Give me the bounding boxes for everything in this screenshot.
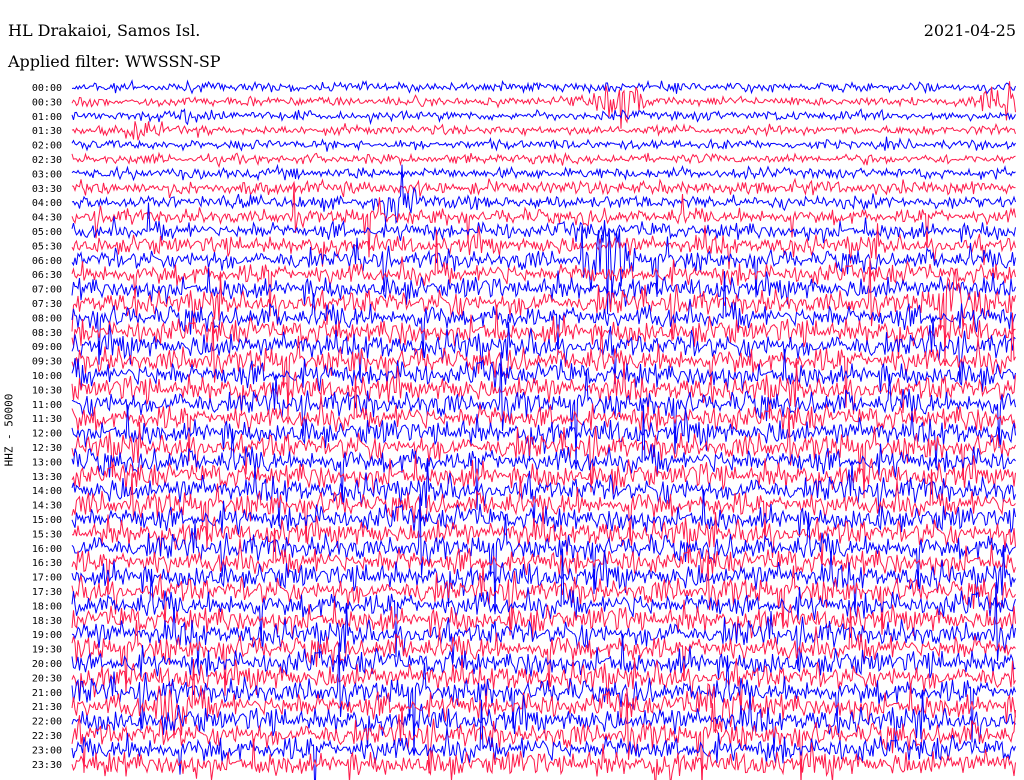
trace-0300	[71, 163, 1016, 182]
trace-0030	[71, 81, 1016, 129]
tick-label: 15:30	[32, 529, 62, 540]
trace-0000	[71, 79, 1016, 95]
tick-label: 01:00	[32, 112, 62, 123]
seismogram-traces	[71, 79, 1016, 780]
tick-label: 08:30	[32, 328, 62, 339]
tick-label: 04:30	[32, 213, 62, 224]
tick-label: 15:00	[32, 515, 62, 526]
tick-label: 16:30	[32, 558, 62, 569]
tick-label: 13:30	[32, 472, 62, 483]
tick-label: 09:30	[32, 357, 62, 368]
trace-0100	[71, 108, 1016, 126]
tick-label: 05:30	[32, 241, 62, 252]
tick-label: 04:00	[32, 198, 62, 209]
tick-label: 12:00	[32, 429, 62, 440]
tick-label: 18:30	[32, 616, 62, 627]
trace-1630	[71, 528, 1016, 595]
tick-label: 20:30	[32, 673, 62, 684]
tick-label: 07:00	[32, 285, 62, 296]
seismogram-plot: 00:00 00:30 01:00 01:30 02:00 02:30 03:00 03:30…	[32, 79, 1016, 780]
trace-0500	[71, 202, 1016, 244]
tick-label: 05:00	[32, 227, 62, 238]
tick-label: 00:30	[32, 97, 62, 108]
tick-label: 01:30	[32, 126, 62, 137]
tick-label: 16:00	[32, 544, 62, 555]
tick-label: 14:30	[32, 501, 62, 512]
trace-0330	[71, 177, 1016, 199]
tick-label: 06:30	[32, 270, 62, 281]
trace-0430	[71, 184, 1016, 258]
tick-label: 06:00	[32, 256, 62, 267]
trace-0130	[71, 121, 1016, 141]
tick-label: 00:00	[32, 83, 62, 94]
tick-label: 03:00	[32, 169, 62, 180]
tick-label: 12:30	[32, 443, 62, 454]
tick-label: 10:00	[32, 371, 62, 382]
tick-label: 20:00	[32, 659, 62, 670]
tick-label: 22:30	[32, 731, 62, 742]
trace-1530	[71, 508, 1016, 566]
trace-1430	[71, 469, 1016, 550]
tick-label: 02:30	[32, 155, 62, 166]
tick-label: 18:00	[32, 601, 62, 612]
tick-label: 17:30	[32, 587, 62, 598]
tick-label: 13:00	[32, 457, 62, 468]
tick-label: 17:00	[32, 573, 62, 584]
tick-label: 03:30	[32, 184, 62, 195]
tick-label: 10:30	[32, 385, 62, 396]
trace-0200	[71, 136, 1016, 152]
tick-label: 21:30	[32, 702, 62, 713]
tick-label: 23:30	[32, 760, 62, 771]
tick-label: 23:00	[32, 745, 62, 756]
tick-label: 11:00	[32, 400, 62, 411]
tick-label: 14:00	[32, 486, 62, 497]
tick-label: 19:30	[32, 645, 62, 656]
tick-label: 19:00	[32, 630, 62, 641]
tick-label: 08:00	[32, 313, 62, 324]
trace-0230	[71, 151, 1016, 168]
trace-1230	[71, 409, 1016, 499]
time-tick-labels: 00:00 00:30 01:00 01:30 02:00 02:30 03:00 03:30…	[32, 83, 62, 771]
tick-label: 22:00	[32, 717, 62, 728]
tick-label: 09:00	[32, 342, 62, 353]
tick-label: 11:30	[32, 414, 62, 425]
tick-label: 07:30	[32, 299, 62, 310]
tick-label: 21:00	[32, 688, 62, 699]
tick-label: 02:00	[32, 141, 62, 152]
